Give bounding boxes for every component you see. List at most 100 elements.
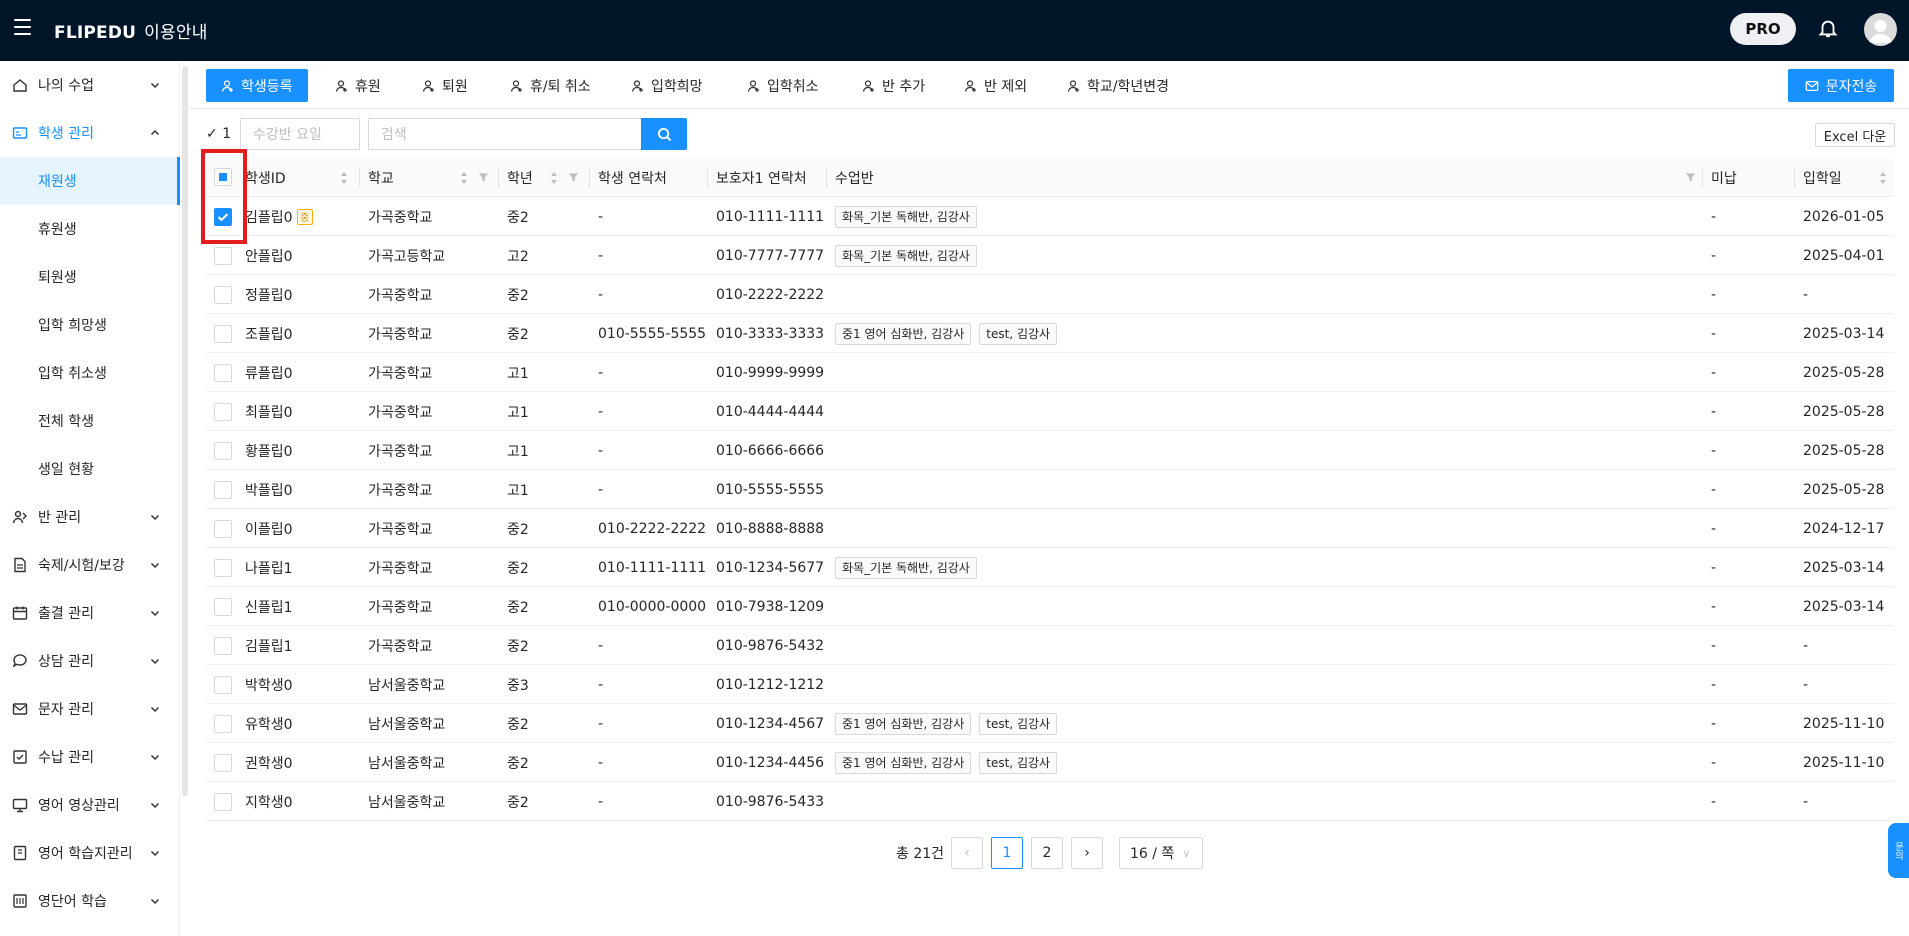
table-row[interactable]: 황플립0 가곡중학교 고1 - 010-6666-6666 - 2025-05-28	[205, 431, 1894, 470]
sidebar-menu-3[interactable]: 숙제/시험/보강	[0, 541, 180, 589]
column-header-2[interactable]: 학년	[507, 158, 533, 197]
sidebar-subitem-5[interactable]: 전체 학생	[0, 397, 180, 445]
toolbar-button-8[interactable]: 학교/학년변경	[1067, 69, 1169, 102]
sidebar-subitem-1[interactable]: 휴원생	[0, 205, 180, 253]
column-header-3[interactable]: 학생 연락처	[598, 158, 667, 197]
row-checkbox[interactable]	[214, 325, 232, 343]
sort-icon[interactable]	[1879, 171, 1887, 185]
class-tag[interactable]: 중1 영어 심화반, 김강사	[835, 712, 972, 735]
toolbar-button-4[interactable]: 입학희망	[631, 69, 703, 102]
row-checkbox[interactable]	[214, 793, 232, 811]
cell-student-id[interactable]: 권학생0	[245, 743, 293, 782]
sidebar-menu-9[interactable]: 영어 학습지관리	[0, 829, 180, 877]
table-row[interactable]: 박학생0 남서울중학교 중3 - 010-1212-1212 - -	[205, 665, 1894, 704]
sidebar-subitem-6[interactable]: 생일 현황	[0, 445, 180, 493]
table-row[interactable]: 이플립0 가곡중학교 중2 010-2222-2222 010-8888-8888 - 20…	[205, 509, 1894, 548]
row-checkbox[interactable]	[214, 676, 232, 694]
page-size-select[interactable]: 16 / 쪽 ∨	[1119, 837, 1203, 869]
table-row[interactable]: 나플립1 가곡중학교 중2 010-1111-1111 010-1234-5677 화목_…	[205, 548, 1894, 587]
toolbar-button-2[interactable]: 퇴원	[422, 69, 468, 102]
column-header-1[interactable]: 학교	[368, 158, 394, 197]
toolbar-button-3[interactable]: 휴/퇴 취소	[510, 69, 591, 102]
sidebar-subitem-0[interactable]: 재원생	[0, 157, 180, 205]
menu-toggle-icon[interactable]	[14, 19, 31, 35]
sort-icon[interactable]	[340, 171, 348, 185]
cell-student-id[interactable]: 유학생0	[245, 704, 293, 743]
row-checkbox[interactable]	[214, 520, 232, 538]
column-header-4[interactable]: 보호자1 연락처	[716, 158, 807, 197]
table-row[interactable]: 류플립0 가곡중학교 고1 - 010-9999-9999 - 2025-05-28	[205, 353, 1894, 392]
avatar[interactable]	[1864, 13, 1897, 46]
search-button[interactable]	[641, 118, 687, 150]
filter-icon[interactable]	[568, 172, 579, 183]
inquiry-float-button[interactable]: 문의	[1888, 823, 1909, 878]
row-checkbox[interactable]	[214, 715, 232, 733]
sidebar-menu-10[interactable]: 영단어 학습	[0, 877, 180, 925]
toolbar-button-7[interactable]: 반 제외	[964, 69, 1027, 102]
sidebar-menu-7[interactable]: 수납 관리	[0, 733, 180, 781]
sidebar-menu-4[interactable]: 출결 관리	[0, 589, 180, 637]
cell-student-id[interactable]: 조플립0	[245, 314, 293, 353]
table-row[interactable]: 권학생0 남서울중학교 중2 - 010-1234-4456 중1 영어 심화반, 김강사…	[205, 743, 1894, 782]
class-tag[interactable]: test, 김강사	[979, 712, 1058, 735]
sidebar-menu-0[interactable]: 나의 수업	[0, 61, 180, 109]
cell-student-id[interactable]: 김플립1	[245, 626, 293, 665]
class-tag[interactable]: test, 김강사	[979, 751, 1058, 774]
table-row[interactable]: 김플립0 중 가곡중학교 중2 - 010-1111-1111 화목_기본 독해반, 김강사…	[205, 197, 1894, 236]
class-tag[interactable]: 중1 영어 심화반, 김강사	[835, 322, 972, 345]
cell-student-id[interactable]: 최플립0	[245, 392, 293, 431]
row-checkbox[interactable]	[214, 559, 232, 577]
class-tag[interactable]: test, 김강사	[979, 322, 1058, 345]
row-checkbox[interactable]	[214, 754, 232, 772]
cell-student-id[interactable]: 정플립0	[245, 275, 293, 314]
column-separator[interactable]	[1794, 168, 1795, 188]
class-tag[interactable]: 화목_기본 독해반, 김강사	[835, 244, 977, 267]
column-header-6[interactable]: 미납	[1711, 158, 1737, 197]
sidebar-subitem-3[interactable]: 입학 희망생	[0, 301, 180, 349]
column-separator[interactable]	[707, 168, 708, 188]
table-row[interactable]: 안플립0 가곡고등학교 고2 - 010-7777-7777 화목_기본 독해반, 김강사…	[205, 236, 1894, 275]
sidebar-scrollbar[interactable]	[182, 66, 188, 796]
row-checkbox[interactable]	[214, 637, 232, 655]
column-separator[interactable]	[826, 168, 827, 188]
send-sms-button[interactable]: 문자전송	[1788, 69, 1894, 102]
next-page-button[interactable]: ›	[1071, 837, 1103, 869]
toolbar-button-5[interactable]: 입학취소	[747, 69, 819, 102]
cell-student-id[interactable]: 지학생0	[245, 782, 293, 821]
table-row[interactable]: 김플립1 가곡중학교 중2 - 010-9876-5432 - -	[205, 626, 1894, 665]
filter-icon[interactable]	[1685, 172, 1696, 183]
row-checkbox[interactable]	[214, 286, 232, 304]
sidebar-menu-6[interactable]: 문자 관리	[0, 685, 180, 733]
page-2-button[interactable]: 2	[1031, 837, 1063, 869]
sidebar-menu-2[interactable]: 반 관리	[0, 493, 180, 541]
search-input[interactable]: 검색	[368, 118, 642, 150]
sidebar-subitem-4[interactable]: 입학 취소생	[0, 349, 180, 397]
cell-student-id[interactable]: 신플립1	[245, 587, 293, 626]
cell-student-id[interactable]: 박학생0	[245, 665, 293, 704]
select-all-checkbox[interactable]	[214, 168, 232, 186]
excel-download-button[interactable]: Excel 다운	[1815, 123, 1895, 147]
column-separator[interactable]	[498, 168, 499, 188]
toolbar-button-0[interactable]: 학생등록	[206, 69, 308, 102]
pro-button[interactable]: PRO	[1730, 13, 1796, 45]
row-checkbox[interactable]	[214, 208, 232, 226]
toolbar-button-1[interactable]: 휴원	[335, 69, 381, 102]
bell-icon[interactable]	[1817, 16, 1839, 40]
cell-student-id[interactable]: 안플립0	[245, 236, 293, 275]
table-row[interactable]: 최플립0 가곡중학교 고1 - 010-4444-4444 - 2025-05-28	[205, 392, 1894, 431]
row-checkbox[interactable]	[214, 598, 232, 616]
cell-student-id[interactable]: 김플립0 중	[245, 197, 313, 236]
table-row[interactable]: 신플립1 가곡중학교 중2 010-0000-0000 010-7938-1209 - 20…	[205, 587, 1894, 626]
sidebar-menu-8[interactable]: 영어 영상관리	[0, 781, 180, 829]
sort-icon[interactable]	[550, 171, 558, 185]
table-row[interactable]: 조플립0 가곡중학교 중2 010-5555-5555 010-3333-3333 중1 …	[205, 314, 1894, 353]
cell-student-id[interactable]: 나플립1	[245, 548, 293, 587]
class-day-select[interactable]: 수강반 요일	[240, 118, 360, 150]
sort-icon[interactable]	[460, 171, 468, 185]
class-tag[interactable]: 화목_기본 독해반, 김강사	[835, 205, 977, 228]
table-row[interactable]: 박플립0 가곡중학교 고1 - 010-5555-5555 - 2025-05-28	[205, 470, 1894, 509]
cell-student-id[interactable]: 이플립0	[245, 509, 293, 548]
brand-guide-link[interactable]: 이용안내	[144, 23, 207, 43]
column-header-0[interactable]: 학생ID	[245, 158, 286, 197]
row-checkbox[interactable]	[214, 403, 232, 421]
